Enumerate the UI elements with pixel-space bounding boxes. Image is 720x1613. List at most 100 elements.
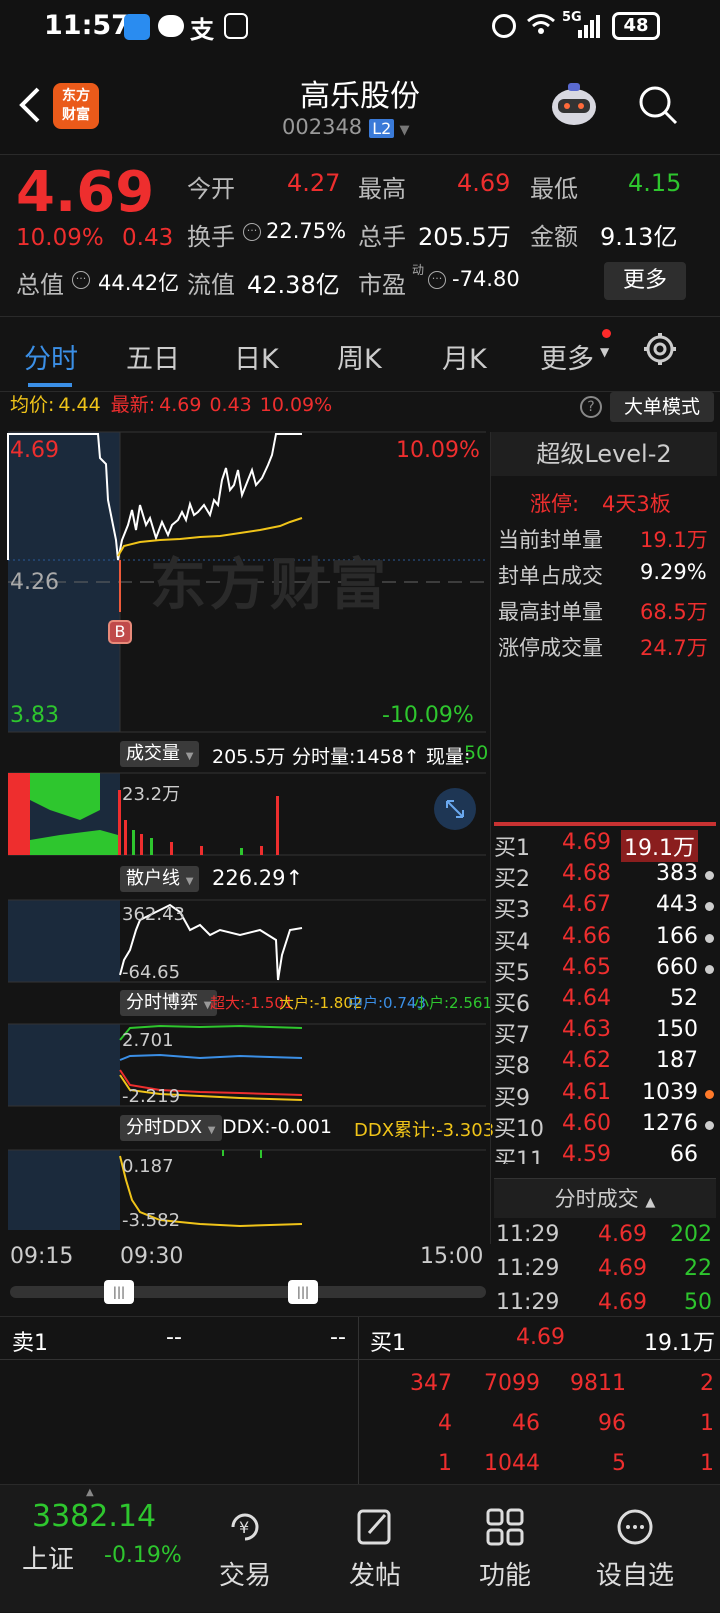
amount-label: 金额 bbox=[530, 223, 578, 251]
order-book-row[interactable]: 买2 4.68 383 bbox=[494, 861, 716, 893]
game-bottom: -2.219 bbox=[122, 1086, 181, 1107]
float-cap-value: 42.38亿 bbox=[247, 271, 340, 299]
amount-value: 9.13亿 bbox=[600, 223, 678, 251]
order-book-row[interactable]: 买11 4.59 66 bbox=[494, 1142, 716, 1164]
level-label: 买10 bbox=[494, 1116, 544, 1142]
level2-title[interactable]: 超级Level-2 bbox=[491, 432, 717, 476]
chat-icon bbox=[158, 15, 184, 37]
alarm-icon bbox=[492, 14, 516, 38]
index-ticker[interactable]: ▲ 3382.14 上证 -0.19% bbox=[0, 1485, 200, 1613]
order-dot bbox=[705, 964, 714, 974]
level-badge: L2 bbox=[369, 119, 395, 138]
sidebar-value: 68.5万 bbox=[640, 600, 708, 624]
tab-five-day[interactable]: 五日 bbox=[126, 337, 180, 376]
queue-order: 5 bbox=[612, 1451, 626, 1476]
level-price: 4.68 bbox=[562, 861, 611, 887]
status-time: 11:57 bbox=[44, 10, 130, 41]
order-book-row[interactable]: 买3 4.67 443 bbox=[494, 892, 716, 924]
battery-level: 48 bbox=[623, 15, 649, 36]
order-book-row[interactable]: 买4 4.66 166 bbox=[494, 924, 716, 956]
pre-market-shade bbox=[8, 773, 120, 855]
nav-functions-label: 功能 bbox=[478, 1561, 531, 1591]
stock-code: 002348 bbox=[282, 115, 363, 139]
level-qty: 1039 bbox=[642, 1079, 698, 1105]
ddx-selector-label: 分时DDX bbox=[126, 1117, 203, 1138]
settings-icon[interactable] bbox=[642, 331, 678, 367]
sidebar-label: 当前封单量 bbox=[498, 528, 603, 552]
big-order-mode-button[interactable]: 大单模式 bbox=[610, 392, 714, 422]
sidebar-label: 涨停成交量 bbox=[498, 636, 603, 660]
time-label: 15:00 bbox=[420, 1244, 484, 1269]
nav-trade[interactable]: ¥ 交易 bbox=[180, 1485, 310, 1613]
back-icon[interactable] bbox=[16, 85, 46, 125]
sidebar-value: 19.1万 bbox=[640, 528, 708, 552]
info-icon[interactable]: ··· bbox=[72, 271, 90, 289]
volume-now-value: 50 bbox=[464, 742, 489, 764]
latest-price: 4.69 bbox=[159, 394, 202, 416]
current-price: 4.69 bbox=[16, 160, 155, 225]
order-book-row[interactable]: 买8 4.62 187 bbox=[494, 1048, 716, 1080]
level-qty: 66 bbox=[670, 1142, 698, 1164]
hand-icon bbox=[224, 13, 248, 39]
more-circle-icon bbox=[617, 1509, 653, 1545]
robot-assistant-icon[interactable] bbox=[548, 81, 600, 129]
info-icon[interactable]: ··· bbox=[243, 223, 261, 241]
search-icon[interactable] bbox=[636, 83, 680, 127]
order-book-row[interactable]: 买10 4.60 1276 bbox=[494, 1111, 716, 1143]
nav-functions[interactable]: 功能 bbox=[440, 1485, 570, 1613]
order-book-row[interactable]: 买9 4.61 1039 bbox=[494, 1080, 716, 1112]
tab-daily-k[interactable]: 日K bbox=[234, 337, 279, 376]
avg-value: 4.44 bbox=[58, 394, 101, 416]
order-book-row[interactable]: 买6 4.64 52 bbox=[494, 986, 716, 1018]
order-book-row[interactable]: 买5 4.65 660 bbox=[494, 955, 716, 987]
range-left-handle[interactable]: ||| bbox=[104, 1280, 134, 1304]
volume-selector[interactable]: 成交量 ▼ bbox=[120, 741, 200, 767]
tab-weekly-k[interactable]: 周K bbox=[337, 337, 382, 376]
high-label: 最高 bbox=[358, 175, 406, 203]
tab-intraday[interactable]: 分时 bbox=[24, 337, 78, 376]
wifi-icon bbox=[526, 12, 556, 36]
tab-monthly-k[interactable]: 月K bbox=[442, 337, 487, 376]
volume-bar bbox=[118, 790, 121, 855]
mid-holder-line bbox=[119, 1053, 303, 1061]
order-book-row[interactable]: 买1 4.69 19.1万 bbox=[494, 830, 716, 862]
ticks-header[interactable]: 分时成交 ▲ bbox=[494, 1178, 716, 1218]
retail-selector[interactable]: 散户线 ▼ bbox=[120, 866, 200, 892]
ddx-top: 0.187 bbox=[122, 1156, 174, 1177]
game-selector[interactable]: 分时博弈 ▼ bbox=[120, 990, 218, 1016]
limit-up-value: 4天3板 bbox=[602, 492, 671, 516]
market-cap-value: 44.42亿 bbox=[98, 271, 180, 295]
edit-icon bbox=[357, 1509, 391, 1545]
info-icon[interactable]: ··· bbox=[428, 271, 446, 289]
nav-post[interactable]: 发帖 bbox=[310, 1485, 440, 1613]
tick-price: 4.69 bbox=[598, 1290, 647, 1315]
retail-selector-label: 散户线 bbox=[126, 868, 180, 889]
notification-dot bbox=[602, 329, 611, 338]
stock-code-row[interactable]: 002348 L2 ▼ bbox=[282, 115, 409, 143]
level-label: 买6 bbox=[494, 992, 530, 1017]
expand-icon[interactable] bbox=[434, 788, 476, 830]
queue-divider bbox=[358, 1317, 359, 1485]
help-icon[interactable]: ? bbox=[580, 396, 602, 418]
level-qty: 187 bbox=[656, 1048, 698, 1074]
status-bar: 11:57 支 5G 48 bbox=[0, 0, 720, 55]
tick-time: 11:29 bbox=[496, 1256, 560, 1281]
stock-name[interactable]: 高乐股份 bbox=[260, 71, 460, 115]
buy-marker[interactable]: B bbox=[108, 620, 132, 644]
order-book-row[interactable]: 买7 4.63 150 bbox=[494, 1017, 716, 1049]
ddx-selector[interactable]: 分时DDX ▼ bbox=[120, 1115, 222, 1141]
range-right-handle[interactable]: ||| bbox=[288, 1280, 318, 1304]
signal-icon bbox=[576, 14, 604, 38]
app-logo[interactable]: 东方 财富 bbox=[53, 83, 99, 129]
level-label: 买2 bbox=[494, 867, 530, 893]
ddx-value: DDX:-0.001 bbox=[222, 1116, 332, 1138]
queue-order: 1044 bbox=[484, 1451, 540, 1476]
more-button[interactable]: 更多 bbox=[604, 262, 686, 300]
index-value: 3382.14 bbox=[32, 1499, 157, 1534]
main-bottom-pct: -10.09% bbox=[382, 703, 474, 728]
range-scrollbar[interactable] bbox=[10, 1286, 486, 1298]
tab-more[interactable]: 更多 bbox=[540, 337, 594, 376]
sidebar-value: 9.29% bbox=[640, 560, 707, 584]
stock-header: 东方 财富 高乐股份 002348 L2 ▼ bbox=[0, 55, 720, 155]
nav-watchlist[interactable]: 设自选 bbox=[570, 1485, 700, 1613]
